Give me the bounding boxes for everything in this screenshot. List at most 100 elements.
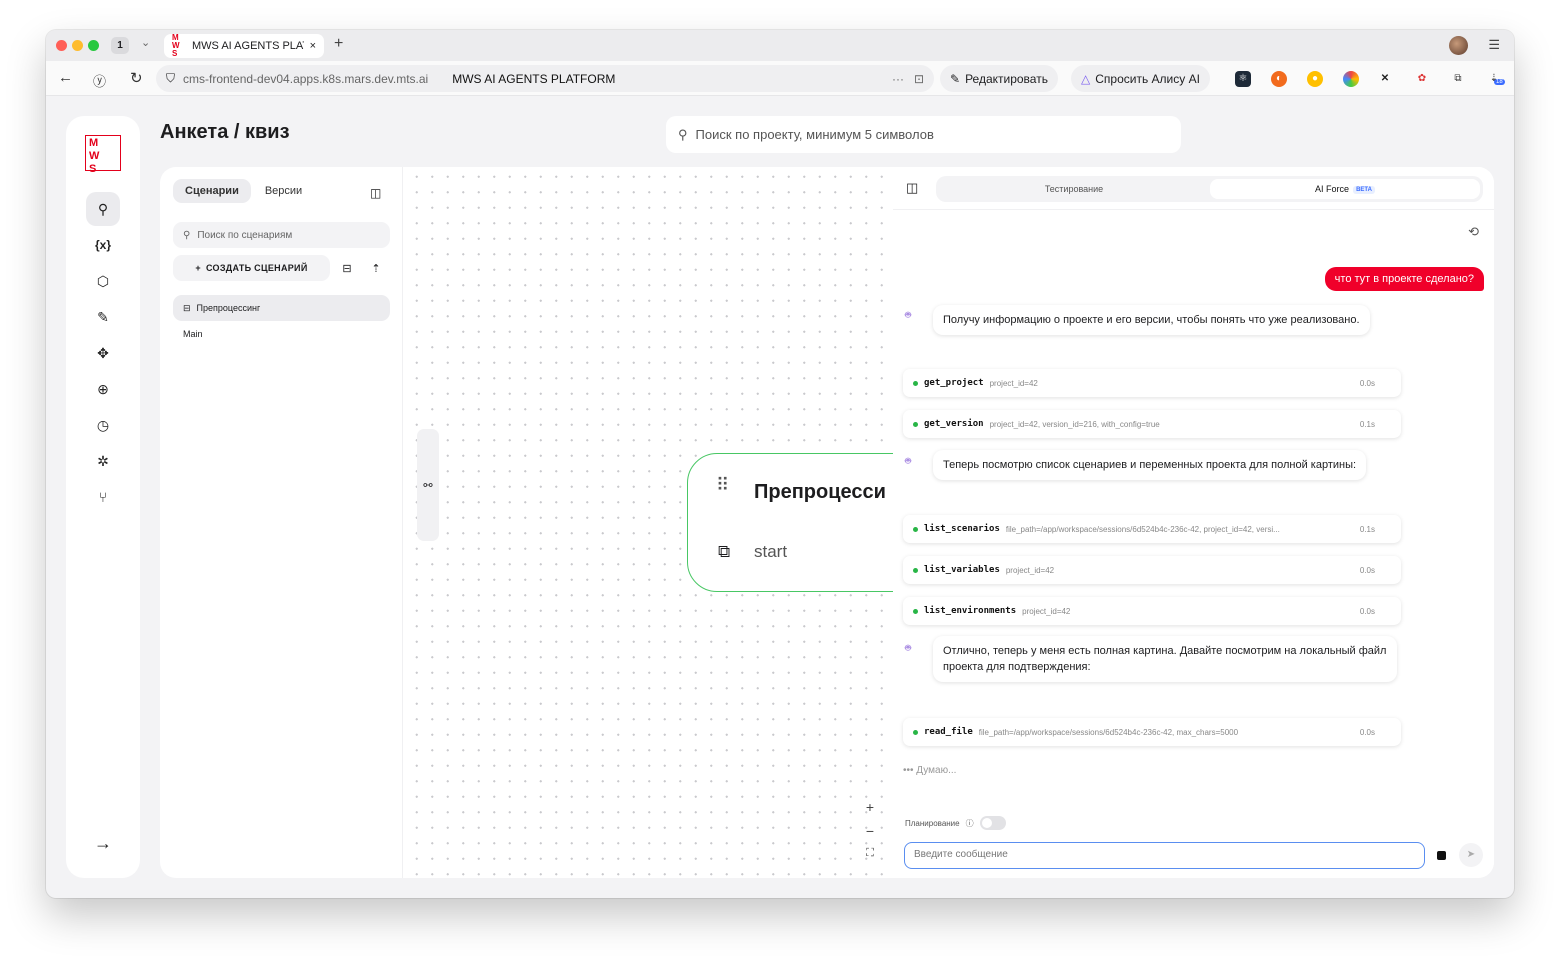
expand-rail-button[interactable]: → (86, 826, 120, 860)
tool-args: file_path=/app/workspace/sessions/6d524b… (978, 727, 1239, 737)
tool-time: 0.1s (1359, 419, 1375, 429)
react-extension-icon[interactable]: ⚛ (1235, 71, 1251, 87)
extension-flower-icon[interactable]: ✿ (1414, 71, 1430, 87)
url-field[interactable]: ⛉ cms-frontend-dev04.apps.k8s.mars.dev.m… (156, 65, 934, 92)
project-search-input[interactable]: ⚲ Поиск по проекту, минимум 5 символов (666, 116, 1181, 153)
tool-call[interactable]: list_variables project_id=42 0.0s (903, 556, 1401, 584)
tab-scenarios[interactable]: Сценарии (173, 179, 251, 203)
more-icon[interactable]: ··· (892, 72, 904, 86)
alice-icon: △ (1081, 71, 1091, 86)
collapse-panel-icon[interactable]: ◫ (370, 186, 381, 200)
nav-scenarios[interactable]: ⚲ (86, 192, 120, 226)
close-window-button[interactable] (56, 40, 67, 51)
collapse-panel-icon[interactable]: ◫ (906, 180, 918, 196)
scenarios-icon: ⚲ (97, 200, 109, 217)
profile-avatar[interactable] (1449, 36, 1468, 55)
import-button[interactable]: ⊟ (335, 255, 359, 281)
nav-debug[interactable]: ✲ (86, 444, 120, 478)
tool-call[interactable]: list_scenarios file_path=/app/workspace/… (903, 515, 1401, 543)
create-scenario-button[interactable]: + СОЗДАТЬ СЦЕНАРИЙ (173, 255, 330, 281)
bookmark-icon[interactable]: ⊡ (914, 72, 924, 86)
nav-branches[interactable]: ⑂ (86, 480, 120, 514)
flow-node[interactable]: ⠿ Препроцесси ⧉ start (687, 453, 893, 592)
tool-call[interactable]: get_version project_id=42, version_id=21… (903, 410, 1401, 438)
tab-count-badge[interactable]: 1 (111, 37, 129, 54)
status-dot (913, 608, 918, 614)
chevron-down-icon[interactable]: ⌄ (141, 36, 150, 49)
app: M W S ⚲ {x} ⬡ ✎ ✥ ⊕ ◷ ✲ ⑂ → Анкета / кви… (46, 96, 1514, 898)
minimize-window-button[interactable] (72, 40, 83, 51)
tool-name: read_file (924, 727, 973, 737)
thinking-label: Думаю... (916, 765, 957, 776)
status-dot (913, 567, 918, 573)
reload-icon[interactable]: ↻ (130, 69, 143, 87)
wand-icon: ✎ (950, 71, 961, 86)
scenario-item[interactable]: Main (173, 321, 390, 347)
drag-handle-icon[interactable]: ⠿ (716, 476, 731, 494)
browser-tab[interactable]: M W S MWS AI AGENTS PLATI × (164, 34, 324, 58)
tool-time: 0.0s (1359, 378, 1375, 388)
beta-badge: BETA (1353, 185, 1375, 194)
maximize-window-button[interactable] (88, 40, 99, 51)
nav-history[interactable]: ◷ (86, 408, 120, 442)
alice-label: Спросить Алису AI (1095, 71, 1200, 86)
tab-favicon: M W S (172, 33, 180, 58)
tool-name: get_project (924, 378, 984, 388)
nav-packages[interactable]: ⬡ (86, 264, 120, 298)
arrow-right-icon: → (94, 832, 112, 853)
tool-call[interactable]: get_project project_id=42 0.0s (903, 369, 1401, 397)
package-icon: ⬡ (96, 272, 110, 289)
extension-puzzle-icon[interactable]: ⧉ (1450, 71, 1466, 87)
fit-view-button[interactable]: ⛶ (866, 847, 874, 860)
message-input-placeholder: Введите сообщение (914, 849, 1008, 860)
edit-button[interactable]: ✎ Редактировать (940, 65, 1058, 92)
nav-globe[interactable]: ⊕ (86, 372, 120, 406)
bug-icon: ✲ (97, 452, 109, 469)
downloads-badge: 18 (1494, 79, 1505, 85)
tab-testing[interactable]: Тестирование (939, 179, 1209, 199)
stop-button[interactable] (1437, 851, 1446, 860)
extension-x-icon[interactable]: ✕ (1377, 71, 1393, 87)
planning-toggle[interactable] (979, 816, 1006, 830)
status-dot (913, 729, 918, 735)
nav-plugins[interactable]: ✥ (86, 336, 120, 370)
zoom-out-button[interactable]: − (866, 823, 874, 839)
upload-button[interactable]: ⇡ (364, 255, 388, 281)
extension-yellow-icon[interactable]: ● (1307, 71, 1323, 87)
close-tab-icon[interactable]: × (310, 40, 316, 52)
back-icon[interactable]: ← (58, 69, 73, 86)
tool-args: project_id=42 (1005, 565, 1055, 575)
scenario-item[interactable]: ⊟ Препроцессинг (173, 295, 390, 321)
bot-icon: 🤖︎ (905, 456, 911, 467)
menu-icon[interactable]: ☰ (1488, 37, 1500, 53)
tab-ai-force[interactable]: AI Force BETA (1210, 179, 1480, 199)
tab-versions[interactable]: Версии (253, 179, 314, 203)
info-icon[interactable]: ⓘ (966, 818, 974, 829)
ask-alice-button[interactable]: △ Спросить Алису AI (1071, 65, 1210, 92)
canvas-panel-toggle[interactable]: ⚯ (417, 429, 439, 541)
extension-color-icon[interactable] (1343, 71, 1359, 87)
tool-call[interactable]: list_environments project_id=42 0.0s (903, 597, 1401, 625)
extension-orange-icon[interactable]: ◐ (1271, 71, 1287, 87)
refresh-icon[interactable]: ⟲ (1468, 224, 1479, 240)
node-title: Препроцесси (754, 481, 886, 503)
planning-control: Планирование ⓘ (905, 816, 1006, 830)
start-icon: ⧉ (718, 542, 731, 561)
workspace: Сценарии Версии ◫ ⚲ Поиск по сценариям +… (160, 167, 1494, 878)
scenario-item-label: Препроцессинг (196, 303, 261, 313)
new-tab-button[interactable]: + (334, 35, 343, 53)
tool-name: list_environments (924, 606, 1017, 616)
search-icon: ⚲ (183, 229, 191, 241)
flow-canvas[interactable]: ⚯ ⠿ Препроцесси ⧉ start + − ⛶ (403, 167, 893, 878)
send-button[interactable]: ➤ (1459, 843, 1483, 867)
zoom-in-button[interactable]: + (866, 799, 874, 815)
nav-editor[interactable]: ✎ (86, 300, 120, 334)
edit-doc-icon: ✎ (97, 308, 109, 325)
yandex-icon[interactable]: ⓨ (93, 71, 106, 90)
tool-call[interactable]: read_file file_path=/app/workspace/sessi… (903, 718, 1401, 746)
message-input[interactable]: Введите сообщение (904, 842, 1425, 869)
nav-variables[interactable]: {x} (86, 228, 120, 262)
scenarios-search-input[interactable]: ⚲ Поиск по сценариям (173, 222, 390, 248)
variables-icon: {x} (94, 238, 111, 252)
browser-window: 1 ⌄ M W S MWS AI AGENTS PLATI × + ☰ ← ⓨ … (46, 30, 1514, 898)
